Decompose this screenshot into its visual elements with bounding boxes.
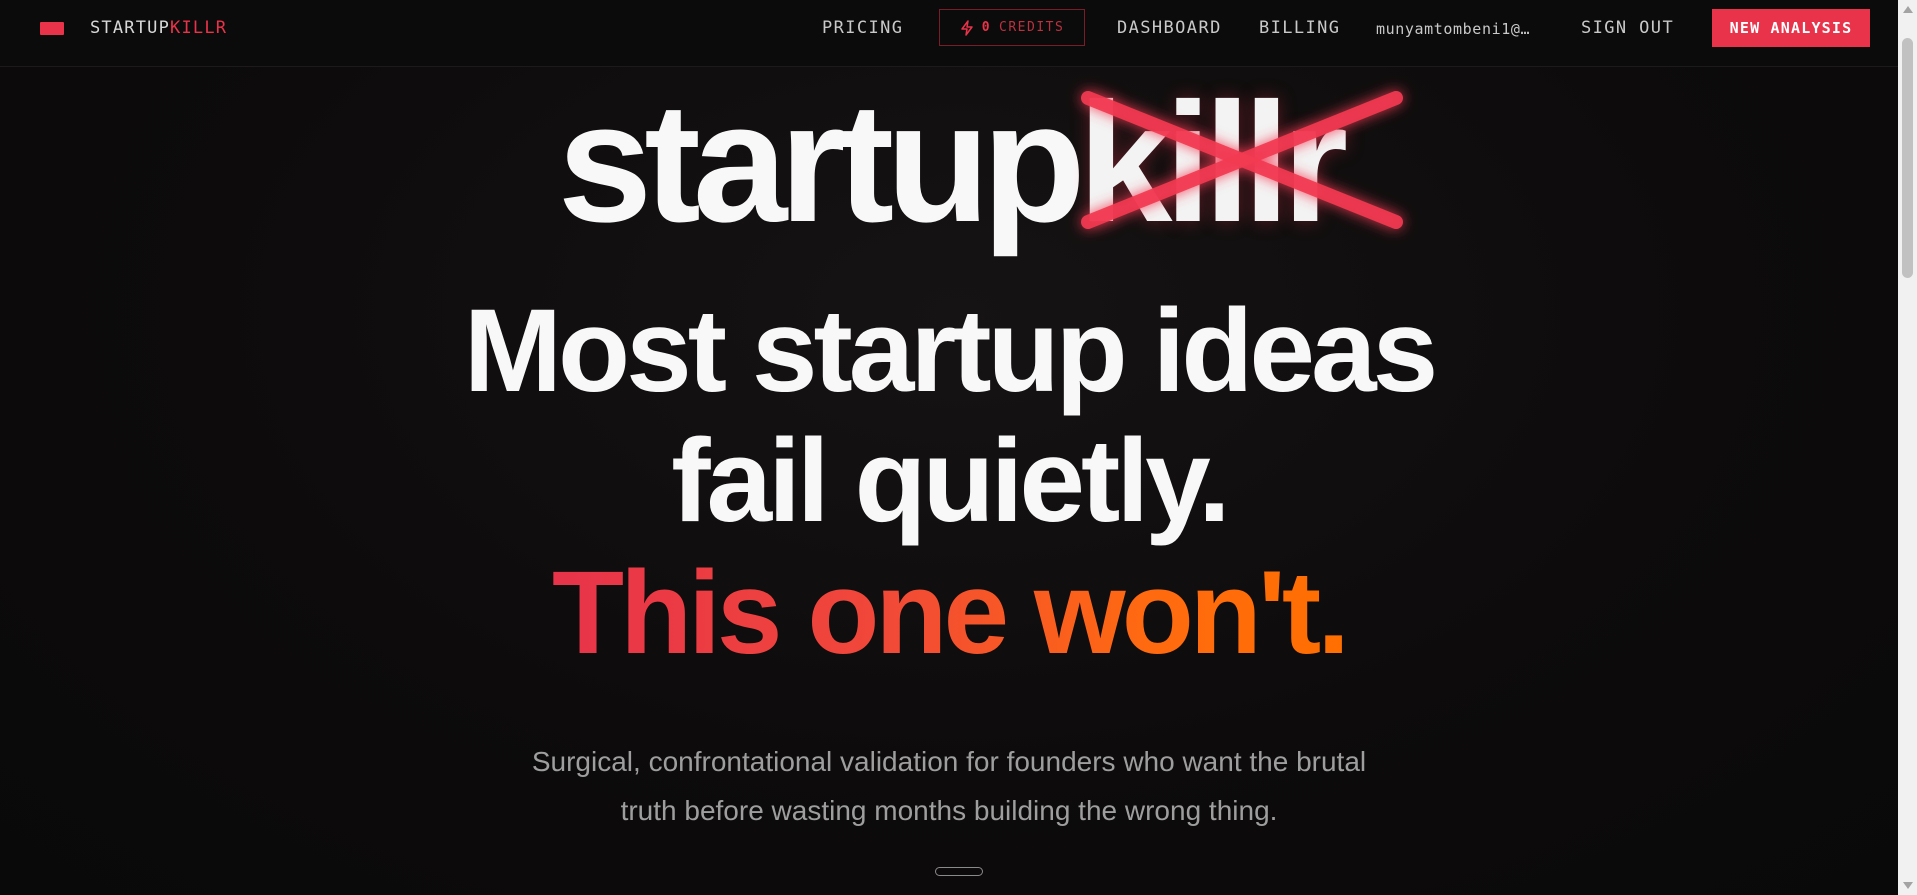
subtitle-line-2: truth before wasting months building the… — [620, 795, 1278, 826]
scroll-indicator-icon[interactable] — [935, 867, 983, 876]
logo-wordmark[interactable]: STARTUPKILLR — [90, 18, 227, 38]
scroll-down-arrow-icon[interactable] — [1903, 882, 1913, 889]
top-nav: STARTUPKILLR PRICING 0 CREDITS DASHBOARD… — [0, 0, 1898, 67]
headline-line-3-text: This one won't. — [551, 547, 1350, 679]
scrollbar-thumb[interactable] — [1902, 38, 1913, 278]
credits-label: CREDITS — [999, 20, 1065, 35]
headline-line-3: This one won't. — [0, 554, 1898, 672]
lightning-icon — [960, 19, 973, 36]
headline-line-1: Most startup ideas — [463, 285, 1439, 417]
new-analysis-button[interactable]: NEW ANALYSIS — [1712, 9, 1870, 47]
page-scrollbar[interactable] — [1898, 0, 1917, 895]
page: STARTUPKILLR PRICING 0 CREDITS DASHBOARD… — [0, 0, 1917, 895]
logo-mark-icon[interactable] — [40, 22, 64, 35]
credits-count: 0 — [981, 20, 992, 35]
hero-subtitle: Surgical, confrontational validation for… — [459, 737, 1439, 835]
nav-user-email[interactable]: munyamtombeni1@… — [1376, 20, 1530, 38]
nav-pricing-link[interactable]: PRICING — [822, 18, 903, 38]
scroll-up-arrow-icon[interactable] — [1903, 6, 1913, 13]
nav-billing-link[interactable]: BILLING — [1259, 18, 1340, 38]
strike-cross-icon — [1081, 91, 1403, 229]
nav-sign-out-link[interactable]: SIGN OUT — [1581, 18, 1674, 38]
headline-line-2: fail quietly. — [671, 415, 1231, 547]
brand-plain: startup — [557, 68, 1086, 258]
logo-prefix: STARTUP — [90, 18, 171, 38]
logo-accent: KILLR — [170, 18, 228, 38]
hero-brand-word: startupkillr — [0, 78, 1898, 248]
nav-dashboard-link[interactable]: DASHBOARD — [1117, 18, 1222, 38]
credits-badge[interactable]: 0 CREDITS — [939, 9, 1085, 46]
subtitle-line-1: Surgical, confrontational validation for… — [531, 746, 1367, 777]
